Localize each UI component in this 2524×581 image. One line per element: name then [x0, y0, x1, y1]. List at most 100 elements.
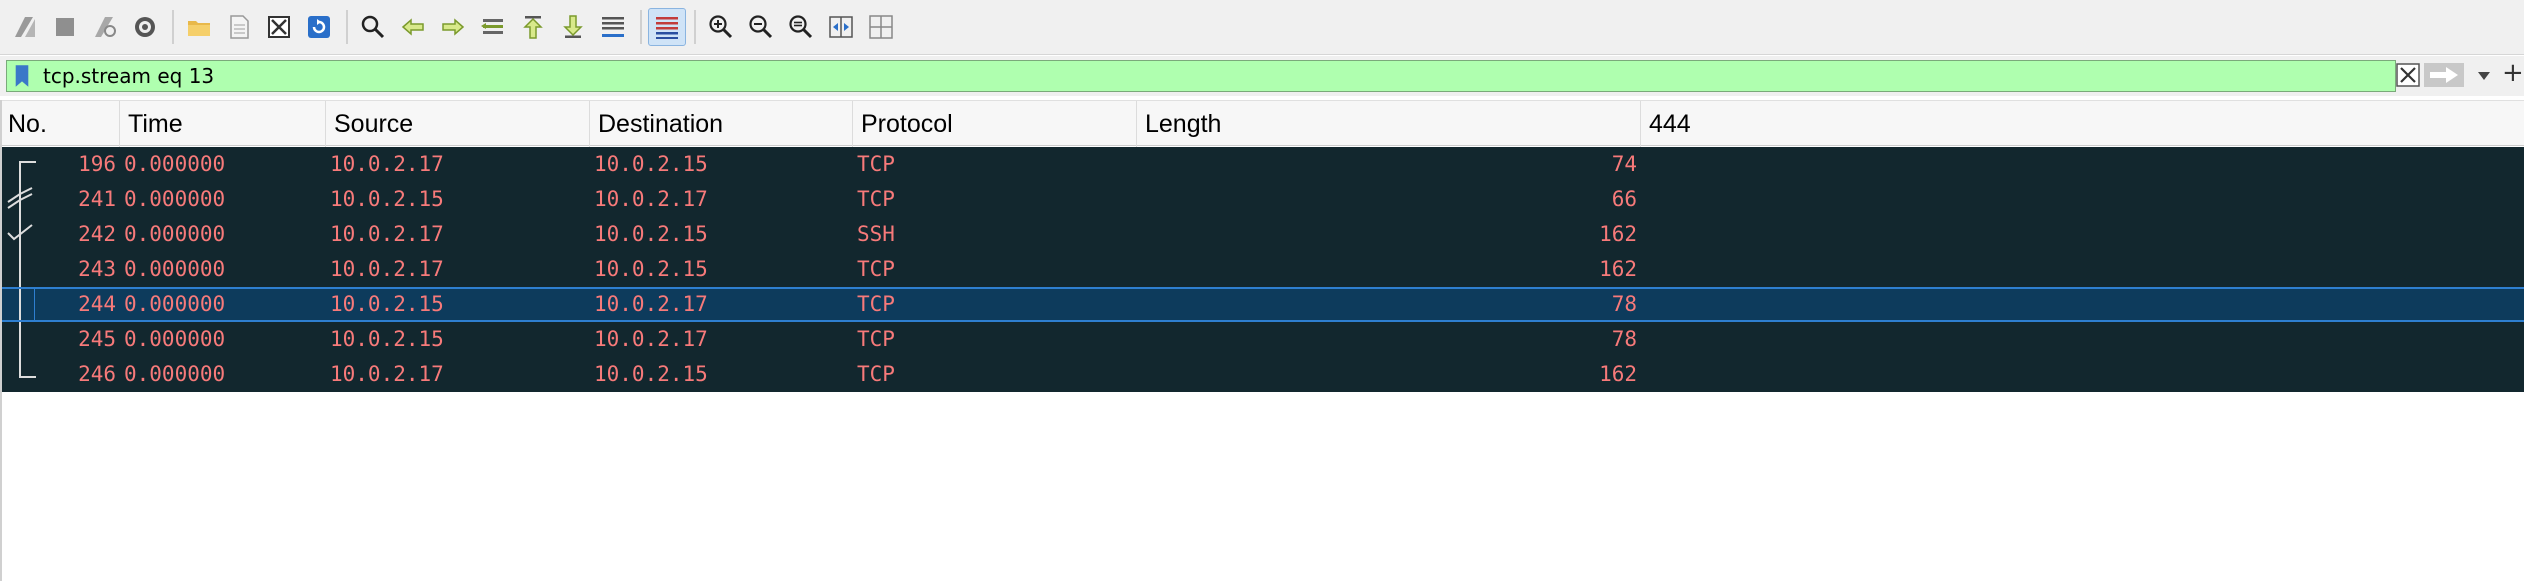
toolbar-separator [346, 10, 348, 44]
pane-left-border [0, 100, 2, 581]
conversation-line-icon [19, 252, 21, 287]
cell-source: 10.0.2.17 [330, 362, 444, 386]
bookmark-icon[interactable] [9, 63, 35, 89]
cell-length: 78 [1611, 292, 1637, 316]
cell-time: 0.000000 [124, 327, 226, 351]
zoom-normal-icon[interactable] [782, 8, 820, 46]
column-header-destination[interactable]: Destination [590, 101, 853, 147]
cell-time: 0.000000 [124, 362, 226, 386]
zoom-out-icon[interactable] [742, 8, 780, 46]
open-file-icon[interactable] [180, 8, 218, 46]
column-header-no[interactable]: No. [0, 101, 120, 147]
table-row[interactable]: 243 0.000000 10.0.2.17 10.0.2.15 TCP 162 [0, 252, 2524, 287]
apply-filter-icon[interactable] [2424, 63, 2464, 87]
conversation-end-icon [19, 357, 36, 378]
cell-protocol: SSH [857, 222, 895, 246]
close-file-icon[interactable] [260, 8, 298, 46]
cell-no: 244 [78, 292, 116, 316]
packet-list-empty-area [0, 393, 2524, 581]
cell-destination: 10.0.2.17 [594, 292, 708, 316]
save-file-icon[interactable] [220, 8, 258, 46]
cell-time: 0.000000 [124, 292, 226, 316]
cell-destination: 10.0.2.15 [594, 152, 708, 176]
zoom-in-icon[interactable] [702, 8, 740, 46]
capture-options-icon[interactable] [126, 8, 164, 46]
cell-protocol: TCP [857, 327, 895, 351]
cell-no: 246 [78, 362, 116, 386]
column-header-protocol[interactable]: Protocol [853, 101, 1137, 147]
toolbar-separator [640, 10, 642, 44]
cell-time: 0.000000 [124, 257, 226, 281]
cell-source: 10.0.2.15 [330, 292, 444, 316]
colorize-icon[interactable] [648, 8, 686, 46]
cell-protocol: TCP [857, 292, 895, 316]
cell-no: 243 [78, 257, 116, 281]
layout-icon[interactable] [862, 8, 900, 46]
display-filter-field[interactable]: tcp.stream eq 13 [6, 60, 2396, 92]
go-forward-icon[interactable] [434, 8, 472, 46]
find-packet-icon[interactable] [354, 8, 392, 46]
display-filter-input[interactable]: tcp.stream eq 13 [43, 61, 214, 91]
reload-file-icon[interactable] [300, 8, 338, 46]
table-row[interactable]: 241 0.000000 10.0.2.15 10.0.2.17 TCP 66 [0, 182, 2524, 217]
column-header-time[interactable]: Time [120, 101, 326, 147]
column-header-extra[interactable]: 444 [1641, 101, 2524, 147]
cell-protocol: TCP [857, 152, 895, 176]
cell-no: 196 [78, 152, 116, 176]
column-header-length[interactable]: Length [1137, 101, 1641, 147]
stop-capture-icon[interactable] [46, 8, 84, 46]
go-first-icon[interactable] [514, 8, 552, 46]
cell-length: 78 [1611, 327, 1637, 351]
table-row[interactable]: 242 0.000000 10.0.2.17 10.0.2.15 SSH 162 [0, 217, 2524, 252]
cell-destination: 10.0.2.15 [594, 362, 708, 386]
cell-protocol: TCP [857, 257, 895, 281]
toolbar-separator [694, 10, 696, 44]
table-row-selected[interactable]: 244 0.000000 10.0.2.15 10.0.2.17 TCP 78 [0, 287, 2524, 322]
clear-filter-icon[interactable] [2396, 63, 2420, 87]
ack-icon [7, 182, 33, 217]
column-header-source[interactable]: Source [326, 101, 590, 147]
cell-destination: 10.0.2.15 [594, 222, 708, 246]
cell-source: 10.0.2.17 [330, 222, 444, 246]
cell-source: 10.0.2.17 [330, 257, 444, 281]
row-focus-divider [34, 289, 35, 320]
conversation-line-icon [19, 322, 21, 357]
cell-destination: 10.0.2.17 [594, 327, 708, 351]
wireshark-window: tcp.stream eq 13 + No. Time Source Desti… [0, 0, 2524, 581]
cell-length: 162 [1599, 222, 1637, 246]
cell-destination: 10.0.2.15 [594, 257, 708, 281]
toolbar-separator [172, 10, 174, 44]
cell-destination: 10.0.2.17 [594, 187, 708, 211]
conversation-line-icon [19, 289, 21, 320]
display-filter-bar: tcp.stream eq 13 + [0, 56, 2524, 96]
cell-length: 162 [1599, 362, 1637, 386]
conversation-start-icon [19, 161, 36, 182]
cell-source: 10.0.2.17 [330, 152, 444, 176]
go-last-icon[interactable] [554, 8, 592, 46]
main-toolbar [0, 0, 2524, 55]
table-row[interactable]: 246 0.000000 10.0.2.17 10.0.2.15 TCP 162 [0, 357, 2524, 392]
cell-time: 0.000000 [124, 187, 226, 211]
table-row[interactable]: 196 0.000000 10.0.2.17 10.0.2.15 TCP 74 [0, 147, 2524, 182]
cell-source: 10.0.2.15 [330, 187, 444, 211]
cell-time: 0.000000 [124, 222, 226, 246]
cell-source: 10.0.2.15 [330, 327, 444, 351]
cell-length: 66 [1611, 187, 1637, 211]
cell-no: 241 [78, 187, 116, 211]
table-row[interactable]: 245 0.000000 10.0.2.15 10.0.2.17 TCP 78 [0, 322, 2524, 357]
start-capture-icon[interactable] [6, 8, 44, 46]
cell-no: 245 [78, 327, 116, 351]
resize-columns-icon[interactable] [822, 8, 860, 46]
go-back-icon[interactable] [394, 8, 432, 46]
filter-history-dropdown-icon[interactable] [2472, 66, 2496, 86]
add-filter-button[interactable]: + [2502, 58, 2524, 88]
checkmark-icon [7, 217, 33, 252]
packet-list-header: No. Time Source Destination Protocol Len… [0, 100, 2524, 147]
cell-protocol: TCP [857, 187, 895, 211]
auto-scroll-icon[interactable] [594, 8, 632, 46]
cell-length: 74 [1611, 152, 1637, 176]
restart-capture-icon[interactable] [86, 8, 124, 46]
cell-no: 242 [78, 222, 116, 246]
go-to-packet-icon[interactable] [474, 8, 512, 46]
cell-time: 0.000000 [124, 152, 226, 176]
